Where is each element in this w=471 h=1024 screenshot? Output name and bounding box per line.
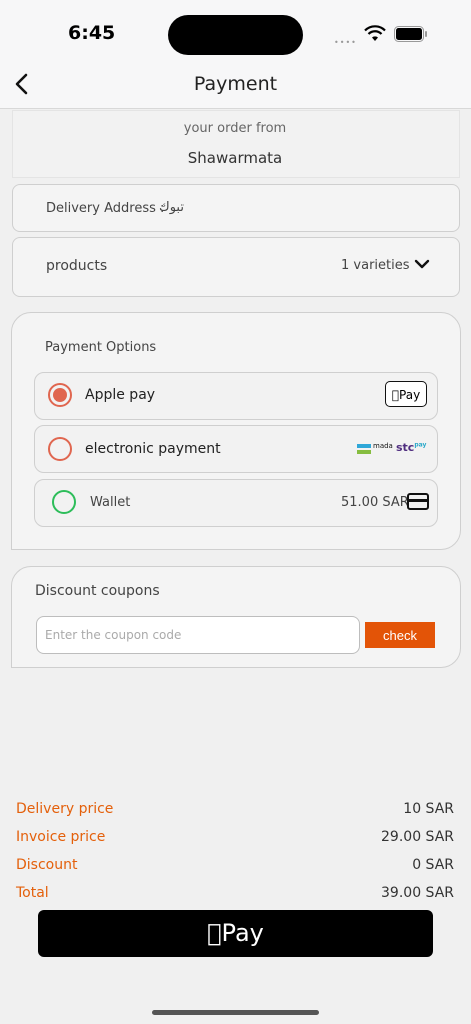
status-time: 6:45 [68, 22, 116, 44]
coupon-title: Discount coupons [35, 583, 160, 599]
battery-icon [394, 26, 427, 42]
discount-value: 0 SAR [412, 857, 454, 873]
total-value: 39.00 SAR [381, 885, 454, 901]
payment-options-title: Payment Options [45, 340, 157, 355]
delivery-address-label: Delivery Address : [46, 201, 165, 216]
delivery-price-value: 10 SAR [403, 801, 454, 817]
mada-logo-icon: mada [357, 442, 393, 456]
order-from-label: your order from [183, 121, 287, 136]
total-label: Total [16, 885, 49, 901]
credit-card-icon [407, 493, 429, 510]
apple-logo-icon:  [392, 388, 399, 402]
invoice-price-value: 29.00 SAR [381, 829, 454, 845]
wallet-balance: 51.00 SAR [341, 495, 409, 510]
electronic-payment-label: electronic payment [85, 441, 221, 457]
check-coupon-button[interactable]: check [365, 622, 435, 648]
apple-pay-button[interactable]: Pay [38, 910, 433, 957]
wallet-radio[interactable] [52, 490, 76, 514]
shop-name: Shawarmata [187, 149, 283, 167]
apple-pay-radio[interactable] [48, 383, 72, 407]
products-count: 1 varieties [341, 258, 410, 273]
page-title: Payment [193, 73, 278, 95]
invoice-price-label: Invoice price [16, 829, 106, 845]
apple-pay-label: Apple pay [85, 387, 156, 403]
products-label: products [46, 258, 108, 274]
wallet-label: Wallet [90, 495, 131, 510]
delivery-address-value: تبوك [159, 200, 184, 215]
signal-icon: •••• [334, 38, 357, 47]
wifi-icon [364, 25, 386, 41]
apple-pay-badge: Pay [385, 381, 427, 407]
stc-pay-logo-icon: stcpay [396, 441, 427, 454]
chevron-down-icon[interactable] [413, 258, 431, 272]
electronic-payment-radio[interactable] [48, 437, 72, 461]
dynamic-island [168, 15, 303, 55]
apple-logo-icon:  [207, 919, 221, 947]
coupon-input[interactable] [36, 616, 360, 654]
home-indicator[interactable] [152, 1010, 319, 1015]
delivery-price-label: Delivery price [16, 801, 114, 817]
discount-label: Discount [16, 857, 78, 873]
